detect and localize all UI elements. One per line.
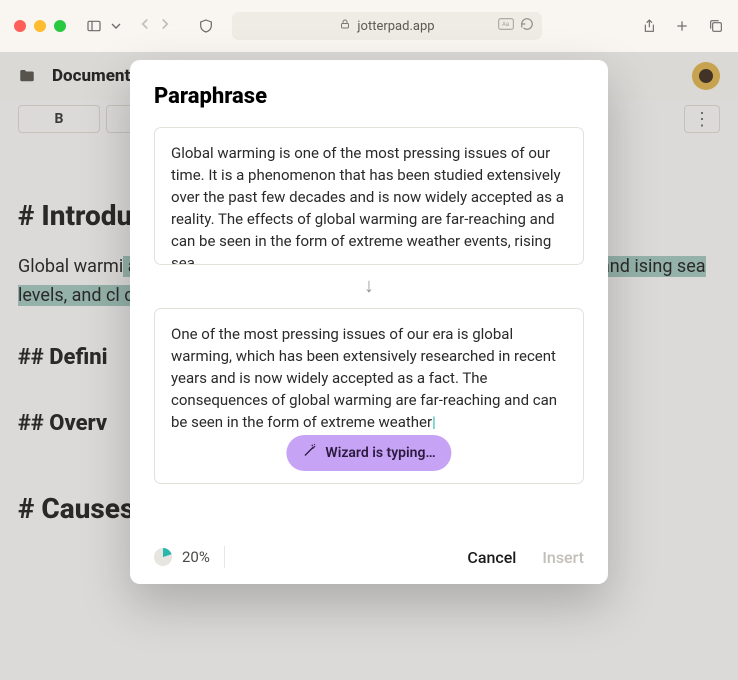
reader-icon[interactable]: Aa: [498, 18, 514, 34]
lock-icon: [339, 18, 351, 34]
maximize-window-button[interactable]: [54, 20, 66, 32]
wizard-typing-badge: Wizard is typing…: [286, 435, 451, 471]
close-window-button[interactable]: [14, 20, 26, 32]
result-text: One of the most pressing issues of our e…: [171, 325, 557, 431]
share-icon[interactable]: [640, 18, 656, 34]
progress-percent: 20%: [182, 548, 210, 566]
cancel-button[interactable]: Cancel: [467, 548, 516, 567]
insert-button[interactable]: Insert: [542, 548, 584, 567]
minimize-window-button[interactable]: [34, 20, 46, 32]
divider: [224, 546, 225, 568]
result-text-box[interactable]: One of the most pressing issues of our e…: [154, 308, 584, 484]
progress-circle-icon: [154, 548, 172, 566]
wizard-label: Wizard is typing…: [325, 443, 435, 464]
modal-footer: 20% Cancel Insert: [154, 530, 584, 568]
reload-icon[interactable]: [520, 17, 534, 35]
source-text-box[interactable]: Global warming is one of the most pressi…: [154, 127, 584, 265]
wand-icon: [302, 442, 317, 464]
paraphrase-modal: Paraphrase Global warming is one of the …: [130, 60, 608, 584]
new-tab-icon[interactable]: [674, 18, 690, 34]
svg-text:Aa: Aa: [502, 21, 509, 28]
url-host: jotterpad.app: [357, 19, 434, 34]
source-text: Global warming is one of the most pressi…: [171, 144, 564, 265]
url-bar[interactable]: jotterpad.app Aa: [232, 12, 542, 40]
nav-forward-button[interactable]: [156, 15, 174, 37]
nav-back-button[interactable]: [136, 15, 154, 37]
arrow-down-icon: ↓: [154, 273, 584, 298]
modal-title: Paraphrase: [154, 84, 584, 109]
tabs-icon[interactable]: [708, 18, 724, 34]
traffic-lights: [14, 20, 66, 32]
dropdown-chevron-icon[interactable]: [108, 18, 124, 34]
text-cursor: |: [432, 413, 436, 431]
shield-icon[interactable]: [198, 18, 214, 34]
browser-chrome: jotterpad.app Aa: [0, 0, 738, 52]
sidebar-toggle-icon[interactable]: [86, 18, 102, 34]
modal-overlay: Paraphrase Global warming is one of the …: [0, 52, 738, 680]
